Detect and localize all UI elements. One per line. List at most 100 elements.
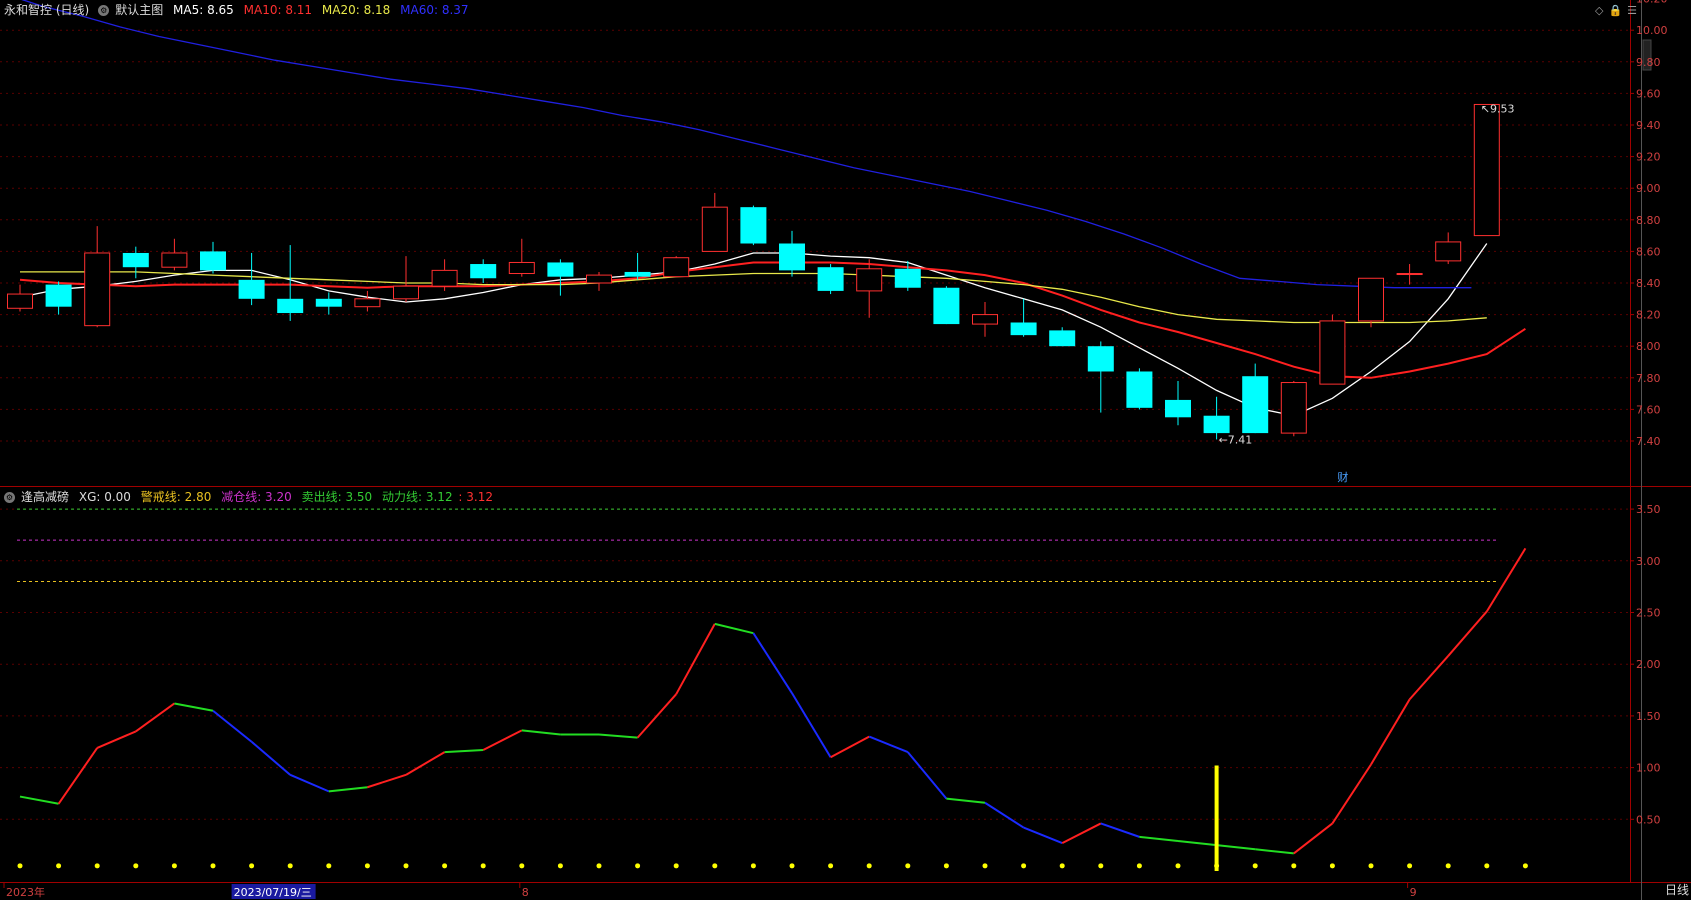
- sub-chart-header: ⚙ 逢高减磅 XG: 0.00 警戒线: 2.80 减仓线: 3.20 卖出线: …: [4, 490, 499, 504]
- period-label[interactable]: 日线: [1665, 881, 1689, 898]
- xg-dot: [1291, 863, 1297, 869]
- xg-dot: [635, 863, 641, 869]
- candle-body: [277, 298, 304, 314]
- candle: [586, 271, 612, 291]
- candle: [7, 284, 33, 312]
- candle-body: [1165, 399, 1191, 418]
- main-y-tick-label: 9.00: [1636, 182, 1661, 195]
- power-line-segment: [1485, 547, 1527, 612]
- cursor-date-label: 2023/07/19/三: [234, 886, 312, 899]
- candle: [972, 301, 998, 337]
- sub-y-tick-label: 0.50: [1636, 813, 1661, 826]
- sub-y-tick-label: 1.00: [1636, 762, 1661, 775]
- xg-dot: [1214, 863, 1220, 869]
- main-y-tick-label: 8.80: [1636, 214, 1661, 227]
- power-line-segment: [907, 751, 948, 800]
- power-line-segment: [714, 622, 754, 635]
- power-line-segment: [19, 795, 59, 805]
- candle: [1319, 314, 1346, 385]
- finance-mark: 财: [1337, 470, 1348, 484]
- candle-body: [45, 284, 72, 307]
- candle: [740, 205, 767, 246]
- power-line-segment: [57, 747, 99, 805]
- xg-dot: [1484, 863, 1490, 869]
- power-line-segment: [367, 773, 407, 789]
- diamond-icon[interactable]: ◇: [1595, 4, 1603, 17]
- candle: [817, 264, 844, 295]
- main-y-tick-label: 9.20: [1636, 151, 1661, 164]
- stock-chart[interactable]: 10.2010.009.809.609.409.209.008.808.608.…: [0, 0, 1691, 900]
- candle-body: [1280, 382, 1307, 434]
- xg-dot: [982, 863, 988, 869]
- main-y-tick-label: 9.40: [1636, 119, 1661, 132]
- xg-dot: [673, 863, 679, 869]
- settings-icon[interactable]: ⚙: [4, 492, 15, 503]
- xg-dot: [1252, 863, 1258, 869]
- template-label[interactable]: 默认主图: [115, 3, 163, 17]
- candle: [663, 256, 690, 278]
- candle-body: [740, 207, 767, 244]
- candle: [84, 226, 111, 328]
- main-chart-header: 永和智控 (日线) ⚙ 默认主图 MA5: 8.65 MA10: 8.11 MA20…: [4, 3, 475, 17]
- power-line-segment: [1216, 844, 1256, 851]
- sub-y-tick-label: 2.50: [1636, 607, 1661, 620]
- xg-dot: [1329, 863, 1335, 869]
- power-line-segment: [1177, 840, 1217, 847]
- power-line-segment: [405, 751, 446, 776]
- candle: [1280, 380, 1307, 437]
- menu-icon[interactable]: ☰: [1627, 4, 1637, 17]
- high-price-mark: ↖9.53: [1481, 102, 1515, 115]
- ma5-label: MA5: 8.65: [173, 3, 234, 17]
- indicator-name[interactable]: 逢高减磅: [21, 490, 69, 504]
- xg-dot: [287, 863, 293, 869]
- candle-body: [1010, 322, 1037, 336]
- candle-body: [779, 243, 805, 271]
- sub-y-tick-label: 3.00: [1636, 555, 1661, 568]
- xg-dot: [596, 863, 602, 869]
- candle: [779, 230, 805, 277]
- candle: [1473, 103, 1500, 237]
- candle: [1010, 298, 1037, 337]
- power-line-segment: [1139, 835, 1179, 843]
- main-y-tick-label: 10.00: [1636, 24, 1668, 37]
- power-line-segment: [444, 749, 484, 754]
- candle: [238, 252, 265, 306]
- stock-label[interactable]: 永和智控 (日线): [4, 3, 89, 17]
- candle: [1358, 277, 1384, 328]
- candle-body: [1087, 346, 1114, 372]
- time-axis-label: 8: [522, 886, 529, 899]
- low-price-mark: ←7.41: [1219, 433, 1253, 446]
- candle-body: [933, 287, 960, 325]
- power-line-segment: [289, 773, 330, 793]
- candle-body: [1473, 103, 1500, 237]
- candle-body: [972, 314, 998, 325]
- main-y-tick-label: 8.40: [1636, 277, 1661, 290]
- power-line-segment: [1370, 698, 1411, 766]
- candle-body: [856, 268, 883, 292]
- candle: [470, 259, 497, 283]
- xg-dot: [442, 863, 448, 869]
- power-line-segment: [1447, 610, 1488, 657]
- xg-dot: [1021, 863, 1027, 869]
- candle-body: [122, 252, 149, 268]
- xg-dot: [210, 863, 216, 869]
- power-line-segment: [1061, 822, 1102, 844]
- xg-dot: [750, 863, 756, 869]
- settings-icon[interactable]: ⚙: [98, 5, 110, 16]
- candle-body: [354, 298, 381, 308]
- candle: [1396, 264, 1423, 285]
- xg-dot: [17, 863, 23, 869]
- candle: [1049, 327, 1076, 347]
- lock-icon[interactable]: 🔒: [1608, 4, 1622, 17]
- xg-dot: [480, 863, 486, 869]
- candle-body: [547, 262, 574, 277]
- power-line-segment: [250, 740, 291, 776]
- candle-body: [1435, 241, 1462, 262]
- xg-dot: [1136, 863, 1142, 869]
- xg-dot: [828, 863, 834, 869]
- candle: [45, 281, 72, 315]
- main-y-tick-label: 8.20: [1636, 309, 1661, 322]
- candle-body: [7, 293, 33, 309]
- xg-dot: [1175, 863, 1181, 869]
- power-line-label: 动力线: 3.12: [382, 490, 453, 504]
